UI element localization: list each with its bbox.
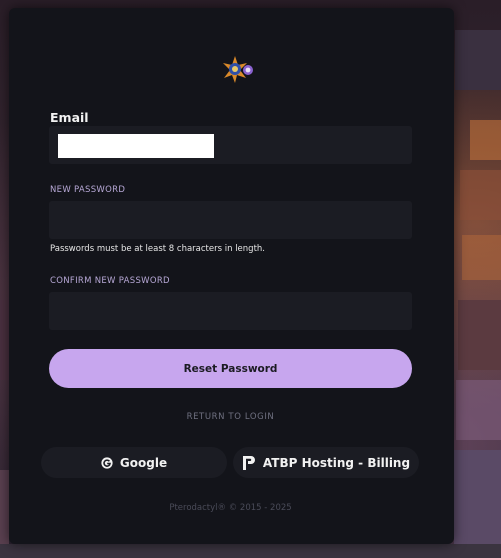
- reset-password-button[interactable]: Reset Password: [49, 349, 412, 388]
- confirm-password-label: CONFIRM NEW PASSWORD: [50, 276, 170, 286]
- password-hint: Passwords must be at least 8 characters …: [50, 244, 265, 254]
- footer-copyright: Pterodactyl® © 2015 - 2025: [169, 503, 292, 513]
- email-label: Email: [50, 110, 89, 125]
- email-value-redacted: [58, 134, 214, 158]
- paymenter-icon: [242, 455, 256, 471]
- new-password-input[interactable]: [49, 201, 412, 239]
- billing-login-button[interactable]: ATBP Hosting - Billing: [233, 447, 419, 478]
- confirm-password-input[interactable]: [49, 292, 412, 330]
- new-password-label: NEW PASSWORD: [50, 185, 126, 195]
- billing-label: ATBP Hosting - Billing: [262, 455, 411, 470]
- google-icon: [101, 456, 113, 469]
- google-login-button[interactable]: Google: [41, 447, 227, 478]
- google-label: Google: [119, 455, 168, 470]
- return-to-login-link[interactable]: RETURN TO LOGIN: [0, 412, 461, 422]
- site-logo-icon: [223, 56, 253, 83]
